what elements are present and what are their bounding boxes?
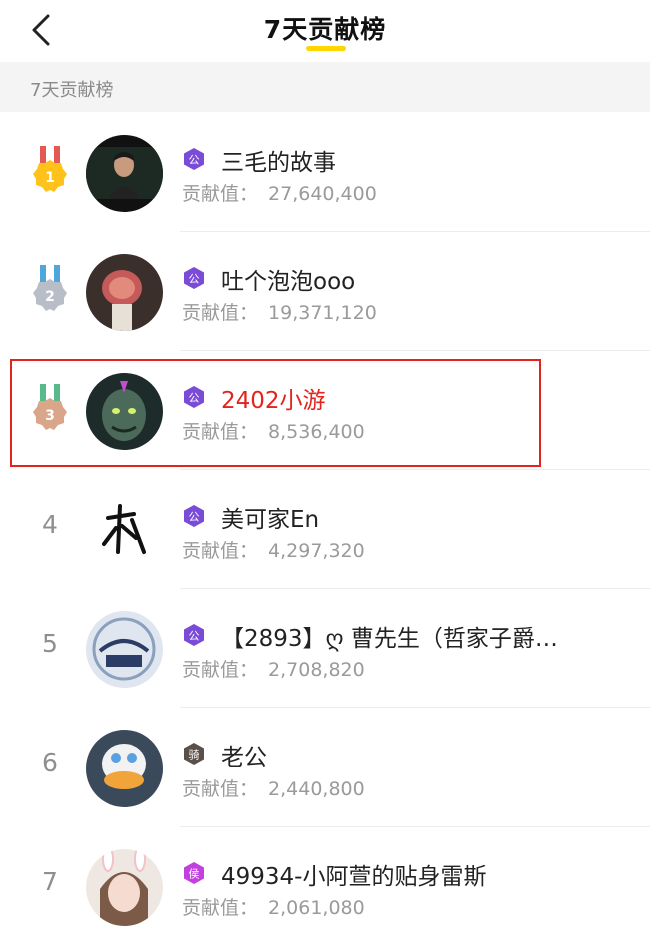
gold-medal-icon: 1 <box>33 146 67 192</box>
avatar[interactable] <box>86 135 163 212</box>
medal-rank-text: 1 <box>45 170 55 186</box>
contribution-text: 贡献值： 2,440,800 <box>182 778 365 800</box>
contribution-text: 贡献值： 19,371,120 <box>182 302 377 324</box>
user-name: 吐个泡泡ooo <box>221 269 356 295</box>
svg-text:公: 公 <box>189 630 200 643</box>
rank-number: 4 <box>42 510 58 539</box>
rank-number: 6 <box>42 748 58 777</box>
user-name: 美可家En <box>221 507 320 533</box>
guild-badge-icon: 公 <box>184 148 204 170</box>
guild-badge-icon: 公 <box>184 505 204 527</box>
contribution-value: 19,371,120 <box>268 302 377 324</box>
contribution-value: 2,708,820 <box>268 659 365 681</box>
avatar[interactable] <box>86 730 163 807</box>
svg-text:侯: 侯 <box>189 867 200 881</box>
contribution-value: 4,297,320 <box>268 540 365 562</box>
avatar[interactable] <box>86 254 163 331</box>
section-label: 7天贡献榜 <box>30 80 114 101</box>
avatar[interactable] <box>86 849 163 926</box>
silver-medal-icon: 2 <box>33 265 67 311</box>
svg-text:2: 2 <box>45 289 55 305</box>
section-header: 7天贡献榜 <box>0 62 650 112</box>
rank-row-1[interactable]: 1 公 三毛的故事 贡献值： 27,640,400 <box>0 113 650 232</box>
avatar[interactable] <box>86 611 163 688</box>
contribution-value: 2,440,800 <box>268 778 365 800</box>
rank-row-5[interactable]: 5 公 【2893】ღ 曹先生（哲家子爵… 贡献值： 2,708,820 <box>0 589 650 708</box>
rank-row-6[interactable]: 6 骑 老公 贡献值： 2,440,800 <box>0 708 650 827</box>
user-name: 老公 <box>221 745 267 771</box>
guild-badge-icon: 公 <box>184 624 204 646</box>
contribution-text: 贡献值： 2,708,820 <box>182 659 365 681</box>
knight-badge-icon: 骑 <box>184 743 204 765</box>
rank-row-2[interactable]: 2 公 吐个泡泡ooo 贡献值： 19,371,120 <box>0 232 650 351</box>
header-bar: 7天贡献榜 <box>0 0 650 60</box>
page-title: 7天贡献榜 <box>263 15 387 44</box>
rank-row-4[interactable]: 4 公 美可家En 贡献值： 4,297,320 <box>0 470 650 589</box>
contribution-value: 27,640,400 <box>268 183 377 205</box>
title-underline <box>306 46 346 51</box>
ranking-list: 1 公 三毛的故事 贡献值： 27,640,400 2 公 吐个泡泡ooo 贡献… <box>0 113 650 946</box>
rank-number: 5 <box>42 629 58 658</box>
svg-text:公: 公 <box>189 511 200 524</box>
contribution-text: 贡献值： 27,640,400 <box>182 183 377 205</box>
svg-text:公: 公 <box>189 154 200 167</box>
highlight-box <box>10 359 541 467</box>
rank-row-7[interactable]: 7 侯 49934-小阿萱的贴身雷斯 贡献值： 2,061,080 <box>0 827 650 946</box>
svg-text:公: 公 <box>189 273 200 286</box>
rank-number: 7 <box>42 867 58 896</box>
contribution-text: 贡献值： 2,061,080 <box>182 897 365 919</box>
contribution-text: 贡献值： 4,297,320 <box>182 540 365 562</box>
svg-text:骑: 骑 <box>189 749 200 762</box>
user-name: 【2893】ღ 曹先生（哲家子爵… <box>221 626 558 652</box>
marquis-badge-icon: 侯 <box>184 862 204 884</box>
guild-badge-icon: 公 <box>184 267 204 289</box>
contribution-value: 2,061,080 <box>268 897 365 919</box>
user-name: 49934-小阿萱的贴身雷斯 <box>221 864 487 890</box>
avatar[interactable] <box>86 492 163 569</box>
user-name: 三毛的故事 <box>221 150 336 176</box>
